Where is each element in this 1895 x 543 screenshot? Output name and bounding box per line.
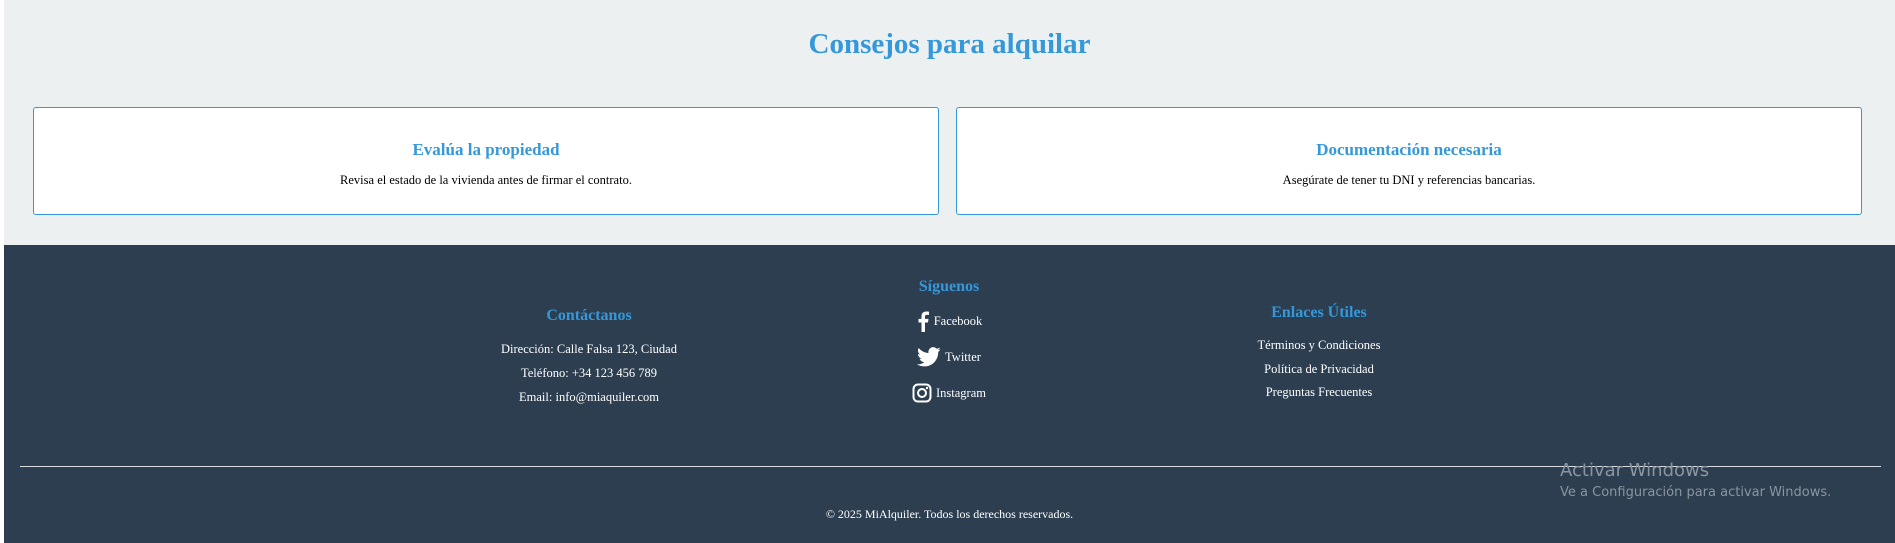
social-section: Síguenos Facebook Twitter Instagram: [864, 278, 1034, 404]
twitter-label: Twitter: [945, 349, 981, 364]
faq-link[interactable]: Preguntas Frecuentes: [1194, 381, 1444, 405]
tip-card: Documentación necesaria Asegúrate de ten…: [956, 107, 1862, 215]
social-title: Síguenos: [918, 278, 980, 295]
instagram-label: Instagram: [936, 385, 986, 400]
useful-links-section: Enlaces Útiles Términos y Condiciones Po…: [1194, 304, 1444, 405]
contact-phone: Teléfono: +34 123 456 789: [520, 366, 658, 380]
watermark-title: Activar Windows: [1560, 460, 1710, 481]
contact-address: Dirección: Calle Falsa 123, Ciudad: [500, 342, 677, 356]
facebook-label: Facebook: [933, 313, 983, 328]
watermark-subtitle: Ve a Configuración para activar Windows.: [1560, 485, 1832, 500]
twitter-link[interactable]: Twitter: [864, 346, 1034, 368]
tip-card-text: Revisa el estado de la vivienda antes de…: [340, 173, 632, 187]
contact-email: Email: info@miaquiler.com: [519, 390, 659, 404]
privacy-link[interactable]: Política de Privacidad: [1194, 358, 1444, 382]
tip-card-text: Asegúrate de tener tu DNI y referencias …: [1282, 173, 1536, 187]
facebook-link[interactable]: Facebook: [864, 310, 1034, 332]
instagram-icon: [912, 383, 932, 403]
twitter-icon: [917, 347, 941, 367]
terms-link[interactable]: Términos y Condiciones: [1194, 334, 1444, 358]
facebook-icon: [916, 310, 930, 332]
contact-title: Contáctanos: [546, 307, 632, 324]
instagram-link[interactable]: Instagram: [864, 382, 1034, 404]
page: Consejos para alquilar Evalúa la propied…: [4, 0, 1895, 543]
tips-title: Consejos para alquilar: [808, 28, 1091, 60]
useful-links-title: Enlaces Útiles: [1271, 304, 1367, 321]
windows-activation-watermark: Activar Windows Ve a Configuración para …: [1560, 460, 1831, 500]
contact-section: Contáctanos Dirección: Calle Falsa 123, …: [464, 307, 714, 409]
tip-card-title: Evalúa la propiedad: [412, 140, 560, 159]
copyright: © 2025 MiAlquiler. Todos los derechos re…: [825, 507, 1074, 521]
tips-section: Consejos para alquilar Evalúa la propied…: [4, 0, 1895, 245]
tip-card-title: Documentación necesaria: [1316, 140, 1502, 159]
tip-card: Evalúa la propiedad Revisa el estado de …: [33, 107, 939, 215]
